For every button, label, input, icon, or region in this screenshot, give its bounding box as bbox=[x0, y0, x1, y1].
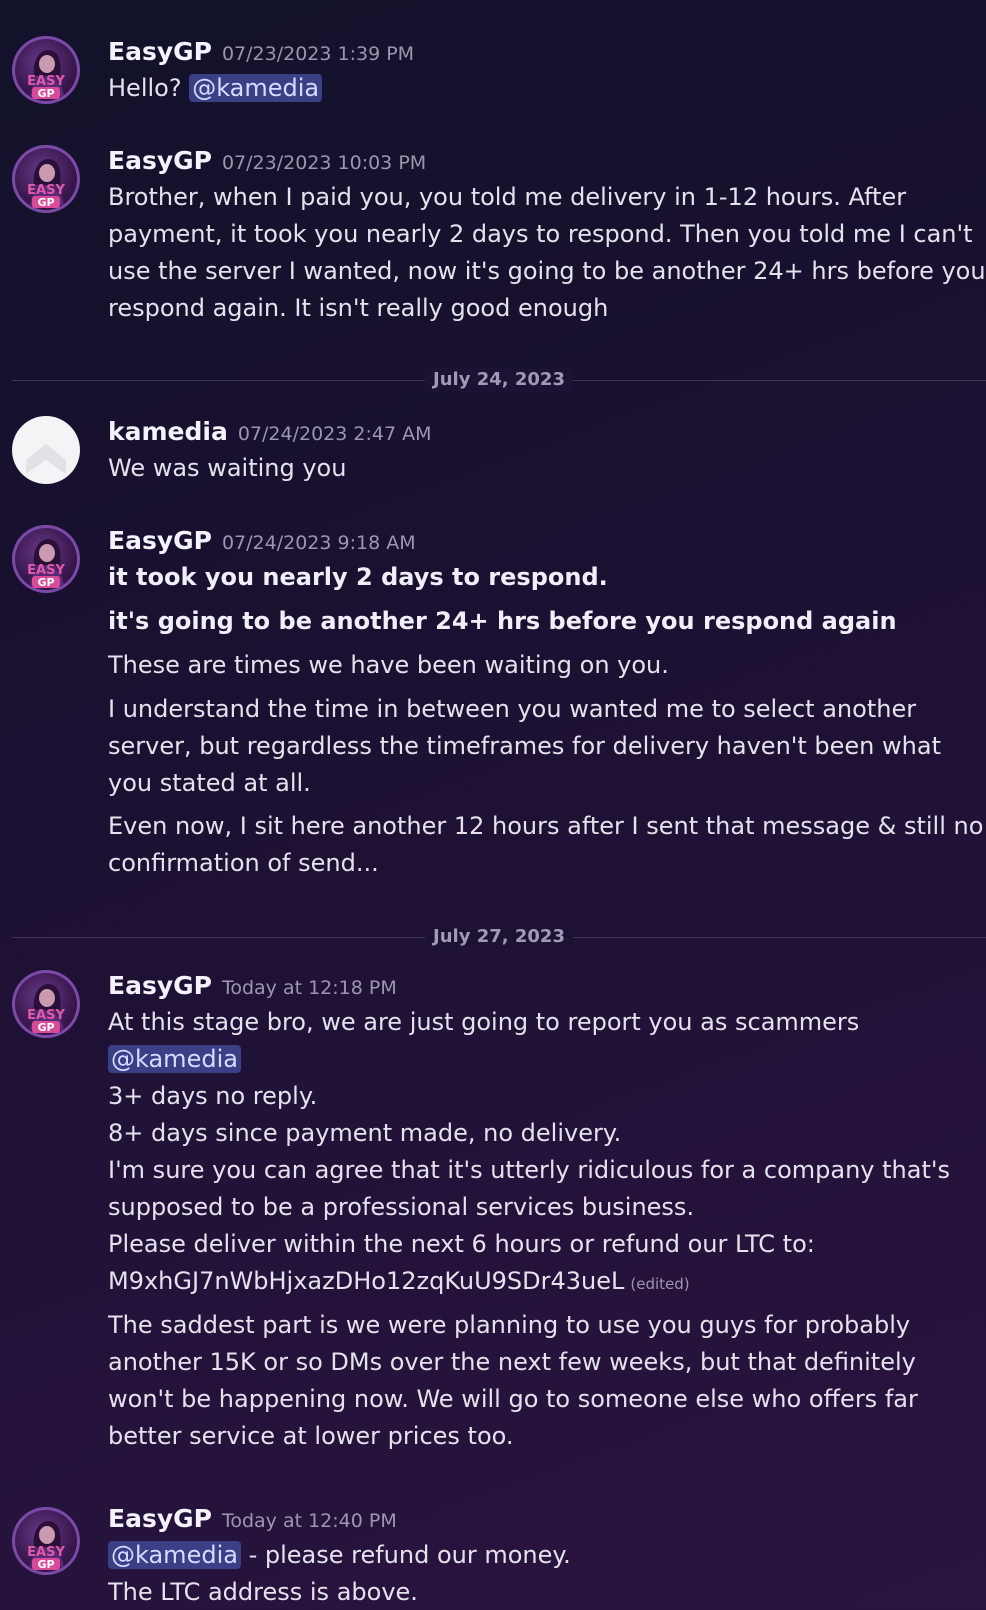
timestamp: 07/23/2023 1:39 PM bbox=[221, 43, 415, 65]
username[interactable]: EasyGP bbox=[108, 1504, 212, 1533]
message-line: confirmation of send... bbox=[108, 849, 379, 877]
easygp-avatar-icon: EASY GP bbox=[27, 984, 65, 1034]
user-mention[interactable]: @kamedia bbox=[189, 74, 323, 102]
username[interactable]: EasyGP bbox=[108, 37, 212, 66]
user-avatar[interactable] bbox=[12, 416, 80, 484]
user-avatar[interactable]: EASY GP bbox=[12, 36, 80, 104]
message-line: @kamedia bbox=[108, 1041, 241, 1078]
message-line: Even now, I sit here another 12 hours af… bbox=[108, 812, 984, 840]
message-line: Brother, when I paid you, you told me de… bbox=[108, 183, 907, 211]
username[interactable]: EasyGP bbox=[108, 526, 212, 555]
message-header: EasyGP 07/23/2023 1:39 PM bbox=[108, 36, 414, 70]
message-text: Hello? bbox=[108, 74, 190, 102]
message-line: won't be happening now. We will go to so… bbox=[108, 1385, 918, 1413]
message-line: you stated at all. bbox=[108, 769, 311, 797]
date-divider: July 24, 2023 bbox=[12, 368, 986, 392]
svg-text:GP: GP bbox=[37, 1558, 54, 1571]
message-header: kamedia 07/24/2023 2:47 AM bbox=[108, 416, 432, 450]
message-line: better service at lower prices too. bbox=[108, 1422, 514, 1450]
message-header: EasyGP 07/23/2023 10:03 PM bbox=[108, 145, 426, 179]
message-line: use the server I wanted, now it's going … bbox=[108, 257, 986, 285]
message-line: We was waiting you bbox=[108, 454, 347, 482]
message-line: These are times we have been waiting on … bbox=[108, 651, 669, 679]
message-line: The saddest part is we were planning to … bbox=[108, 1311, 911, 1339]
quoted-line: it's going to be another 24+ hrs before … bbox=[108, 607, 897, 635]
date-label: July 27, 2023 bbox=[425, 925, 573, 949]
message-line: At this stage bro, we are just going to … bbox=[108, 1008, 860, 1036]
ltc-address: M9xhGJ7nWbHjxazDHo12zqKuU9SDr43ueL bbox=[108, 1267, 625, 1295]
message-text: - please refund our money. bbox=[240, 1541, 571, 1569]
message-line: respond again. It isn't really good enou… bbox=[108, 294, 609, 322]
easygp-avatar-icon: EASY GP bbox=[27, 1521, 65, 1571]
message-line: I'm sure you can agree that it's utterly… bbox=[108, 1156, 950, 1184]
message-line: The LTC address is above. bbox=[108, 1578, 418, 1606]
kamedia-avatar-icon bbox=[26, 444, 66, 474]
message-line: supposed to be a professional services b… bbox=[108, 1193, 695, 1221]
date-label: July 24, 2023 bbox=[425, 368, 573, 392]
message-header: EasyGP 07/24/2023 9:18 AM bbox=[108, 525, 416, 559]
message-header: EasyGP Today at 12:18 PM bbox=[108, 970, 397, 1004]
date-divider: July 27, 2023 bbox=[12, 925, 986, 949]
message-line: 8+ days since payment made, no delivery. bbox=[108, 1119, 622, 1147]
username[interactable]: EasyGP bbox=[108, 146, 212, 175]
username[interactable]: kamedia bbox=[108, 417, 228, 446]
easygp-avatar-icon: EASY GP bbox=[27, 539, 65, 589]
svg-text:GP: GP bbox=[37, 576, 54, 589]
quoted-line: it took you nearly 2 days to respond. bbox=[108, 563, 608, 591]
user-avatar[interactable]: EASY GP bbox=[12, 525, 80, 593]
svg-text:GP: GP bbox=[37, 87, 54, 100]
message-header: EasyGP Today at 12:40 PM bbox=[108, 1503, 397, 1537]
message-line: 3+ days no reply. bbox=[108, 1082, 318, 1110]
timestamp: 07/23/2023 10:03 PM bbox=[221, 152, 427, 174]
message-line: Hello? @kamedia bbox=[108, 70, 323, 107]
message-line: server, but regardless the timeframes fo… bbox=[108, 732, 941, 760]
message-line: M9xhGJ7nWbHjxazDHo12zqKuU9SDr43ueL (edite… bbox=[108, 1263, 690, 1303]
user-mention[interactable]: @kamedia bbox=[108, 1541, 241, 1569]
svg-text:GP: GP bbox=[37, 196, 54, 209]
message-line: another 15K or so DMs over the next few … bbox=[108, 1348, 916, 1376]
easygp-avatar-icon: EASY GP bbox=[27, 50, 65, 100]
edited-tag: (edited) bbox=[630, 1275, 690, 1293]
timestamp: Today at 12:40 PM bbox=[221, 1510, 397, 1532]
easygp-avatar-icon: EASY GP bbox=[27, 159, 65, 209]
timestamp: 07/24/2023 9:18 AM bbox=[221, 532, 416, 554]
svg-text:GP: GP bbox=[37, 1021, 54, 1034]
message-line: Please deliver within the next 6 hours o… bbox=[108, 1230, 815, 1258]
user-avatar[interactable]: EASY GP bbox=[12, 1507, 80, 1575]
user-avatar[interactable]: EASY GP bbox=[12, 970, 80, 1038]
timestamp: Today at 12:18 PM bbox=[221, 977, 397, 999]
message-line: @kamedia - please refund our money. bbox=[108, 1537, 571, 1574]
user-avatar[interactable]: EASY GP bbox=[12, 145, 80, 213]
message-line: I understand the time in between you wan… bbox=[108, 695, 917, 723]
timestamp: 07/24/2023 2:47 AM bbox=[237, 423, 432, 445]
message-line: payment, it took you nearly 2 days to re… bbox=[108, 220, 973, 248]
user-mention[interactable]: @kamedia bbox=[108, 1045, 241, 1073]
username[interactable]: EasyGP bbox=[108, 971, 212, 1000]
